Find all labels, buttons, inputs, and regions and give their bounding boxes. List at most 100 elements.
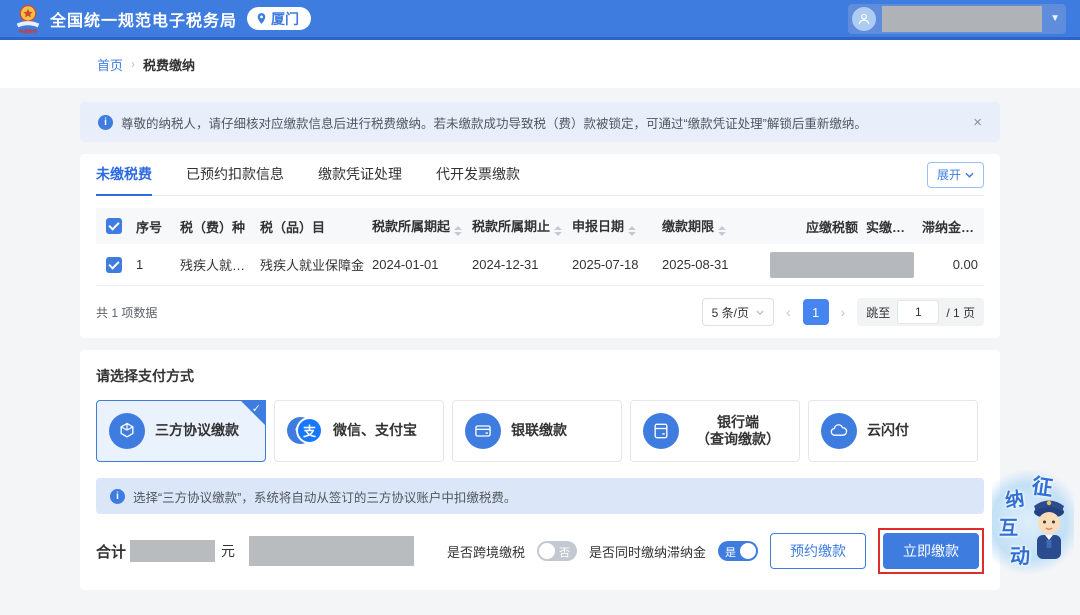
mascot-char: 互 <box>999 513 1018 540</box>
method-tripartite-agreement[interactable]: 三方协议缴款 <box>96 400 266 462</box>
check-icon <box>252 402 261 415</box>
highlight-annotation: 立即缴款 <box>878 528 984 574</box>
sort-icon[interactable] <box>454 226 462 236</box>
select-all-checkbox[interactable] <box>106 218 122 234</box>
column-deadline: 缴款期限 <box>658 216 752 236</box>
method-label: 三方协议缴款 <box>155 422 239 440</box>
method-unionpay[interactable]: 银联缴款 <box>452 400 622 462</box>
row-period-end: 2024-12-31 <box>468 257 568 272</box>
sort-icon[interactable] <box>718 226 726 236</box>
column-payable: 应缴税额 <box>752 217 862 236</box>
chevron-down-icon <box>965 172 974 178</box>
pay-now-button[interactable]: 立即缴款 <box>883 533 979 569</box>
top-header-bar: 中国税务 全国统一规范电子税务局 厦门 ▼ <box>0 0 1080 40</box>
table-footer: 共 1 项数据 5 条/页 ‹ 1 › 跳至 / 1 页 <box>96 298 984 326</box>
next-page-button[interactable]: › <box>839 304 848 320</box>
tab-payment-voucher[interactable]: 缴款凭证处理 <box>318 154 402 196</box>
sort-icon[interactable] <box>628 226 636 236</box>
column-late-fee: 滞纳金、利... <box>918 217 982 236</box>
page-size-select[interactable]: 5 条/页 <box>702 298 774 326</box>
column-tax-type: 税（费）种 <box>176 217 256 236</box>
tab-bar: 未缴税费 已预约扣款信息 缴款凭证处理 代开发票缴款 展开 <box>96 154 984 196</box>
row-period-start: 2024-01-01 <box>368 257 468 272</box>
column-declare-date: 申报日期 <box>568 216 658 236</box>
redacted-account-info <box>249 536 414 566</box>
info-banner: 尊敬的纳税人，请仔细核对应缴款信息后进行税费缴纳。若未缴款成功导致税（费）款被锁… <box>80 102 1000 142</box>
table-row: 1 残疾人就业... 残疾人就业保障金 2024-01-01 2024-12-3… <box>96 244 984 286</box>
chevron-down-icon <box>756 310 764 315</box>
location-label: 厦门 <box>271 9 299 29</box>
toggle-state-text: 是 <box>725 544 736 560</box>
payment-footer: 合计 元 是否跨境缴税 否 是否同时缴纳滞纳金 是 预约缴款 立即缴款 <box>96 528 984 574</box>
currency-unit: 元 <box>221 541 235 561</box>
tab-unpaid-taxes[interactable]: 未缴税费 <box>96 154 152 196</box>
row-declare-date: 2025-07-18 <box>568 257 658 272</box>
row-deadline: 2025-08-31 <box>658 257 752 272</box>
table-header-row: 序号 税（费）种 税（品）目 税款所属期起 税款所属期止 申报日期 缴款期限 应… <box>96 208 984 244</box>
method-unionpay-quickpass[interactable]: 云闪付 <box>808 400 978 462</box>
cube-icon <box>109 413 145 449</box>
method-bank-terminal[interactable]: 银行端 （查询缴款） <box>630 400 800 462</box>
expand-button-label: 展开 <box>937 166 961 183</box>
user-account-widget[interactable]: ▼ <box>848 4 1066 34</box>
alipay-icon: 支 <box>296 417 323 444</box>
reserve-payment-button[interactable]: 预约缴款 <box>770 533 866 569</box>
breadcrumb-separator: › <box>131 57 135 71</box>
payment-notice-text: 选择“三方协议缴款”，系统将自动从签订的三方协议账户中扣缴税费。 <box>133 487 516 506</box>
tax-list-card: 未缴税费 已预约扣款信息 缴款凭证处理 代开发票缴款 展开 序号 税（费）种 税… <box>80 154 1000 338</box>
chevron-down-icon[interactable]: ▼ <box>1050 13 1060 24</box>
wechat-alipay-icon: 支 <box>287 413 323 449</box>
sort-icon[interactable] <box>554 226 562 236</box>
person-icon <box>857 12 871 26</box>
row-late-fee: 0.00 <box>918 257 982 272</box>
method-label-line1: 银行端 <box>689 414 787 432</box>
cross-border-toggle[interactable]: 否 <box>537 541 577 561</box>
close-icon[interactable]: × <box>973 114 982 131</box>
tax-assistant-widget[interactable]: 征 纳 互 动 <box>992 470 1074 578</box>
method-label-line2: （查询缴款） <box>689 431 787 449</box>
payment-methods: 三方协议缴款 支 微信、支付宝 银联缴款 <box>96 400 984 462</box>
column-period-start: 税款所属期起 <box>368 216 468 236</box>
jump-label: 跳至 <box>866 304 890 321</box>
breadcrumb-home-link[interactable]: 首页 <box>97 55 123 74</box>
info-banner-text: 尊敬的纳税人，请仔细核对应缴款信息后进行税费缴纳。若未缴款成功导致税（费）款被锁… <box>121 113 867 132</box>
toggle-knob <box>539 543 555 559</box>
column-period-end: 税款所属期止 <box>468 216 568 236</box>
column-index: 序号 <box>132 217 176 236</box>
logo-caption: 中国税务 <box>19 28 38 34</box>
mascot-char: 纳 <box>1003 484 1026 513</box>
breadcrumb: 首页 › 税费缴纳 <box>0 40 1080 88</box>
current-page-button[interactable]: 1 <box>803 299 829 325</box>
method-label: 银行端 （查询缴款） <box>689 414 787 449</box>
page-jump-input[interactable] <box>897 300 939 324</box>
tab-reserved-deductions[interactable]: 已预约扣款信息 <box>186 154 284 196</box>
location-selector[interactable]: 厦门 <box>247 7 311 30</box>
site-title: 全国统一规范电子税务局 <box>50 7 237 31</box>
total-pages-label: / 1 页 <box>946 304 975 321</box>
method-wechat-alipay[interactable]: 支 微信、支付宝 <box>274 400 444 462</box>
row-checkbox[interactable] <box>106 257 122 273</box>
expand-button[interactable]: 展开 <box>927 162 984 188</box>
late-fee-toggle[interactable]: 是 <box>718 541 758 561</box>
prev-page-button[interactable]: ‹ <box>784 304 793 320</box>
redacted-username <box>882 6 1042 32</box>
column-paid: 实缴税额 <box>862 217 918 236</box>
payment-section-title: 请选择支付方式 <box>96 366 984 386</box>
row-index: 1 <box>132 257 176 272</box>
method-label: 银联缴款 <box>511 422 567 440</box>
late-fee-label: 是否同时缴纳滞纳金 <box>589 542 706 561</box>
row-count-summary: 共 1 项数据 <box>96 304 157 321</box>
bank-terminal-icon <box>643 413 679 449</box>
tab-invoice-payment[interactable]: 代开发票缴款 <box>436 154 520 196</box>
cross-border-label: 是否跨境缴税 <box>447 542 525 561</box>
row-tax-item: 残疾人就业保障金 <box>256 255 368 274</box>
total-label: 合计 <box>96 541 126 562</box>
toggle-knob <box>740 543 756 559</box>
method-label: 微信、支付宝 <box>333 422 417 440</box>
method-label: 云闪付 <box>867 422 909 440</box>
info-icon <box>110 489 125 504</box>
tax-officer-mascot-icon <box>1026 492 1072 572</box>
pagination: 5 条/页 ‹ 1 › 跳至 / 1 页 <box>702 298 984 326</box>
redacted-total-amount <box>130 540 215 562</box>
info-icon <box>98 115 113 130</box>
